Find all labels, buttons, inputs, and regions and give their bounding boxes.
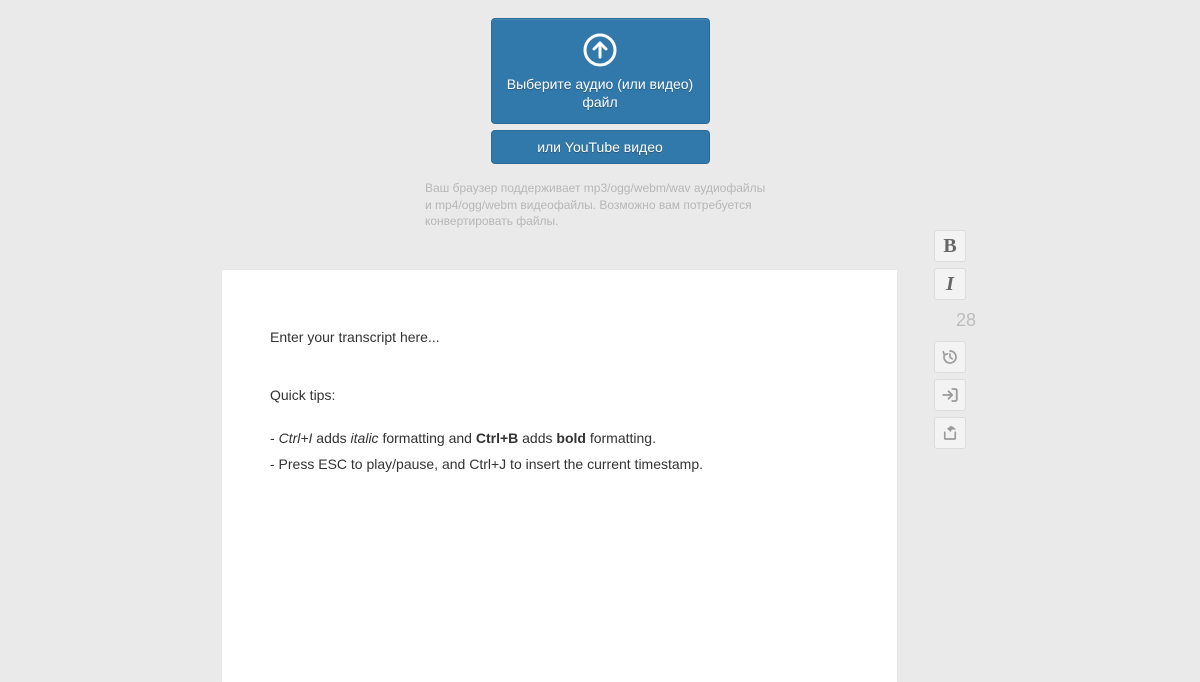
word-count: 28 (920, 310, 980, 331)
history-button[interactable] (934, 341, 966, 373)
italic-icon: I (946, 273, 954, 296)
bold-icon: B (943, 235, 956, 258)
select-file-label: Выберите аудио (или видео) файл (502, 75, 699, 111)
transcript-editor[interactable]: Enter your transcript here... Quick tips… (222, 270, 897, 682)
history-icon (941, 348, 959, 366)
format-toolbar: B I 28 (920, 230, 980, 455)
import-button[interactable] (934, 379, 966, 411)
tip-line-1: - Ctrl+I adds italic formatting and Ctrl… (270, 429, 849, 449)
editor-placeholder: Enter your transcript here... (270, 328, 849, 348)
tip-line-2: - Press ESC to play/pause, and Ctrl+J to… (270, 455, 849, 475)
share-button[interactable] (934, 417, 966, 449)
youtube-label: или YouTube видео (537, 139, 663, 155)
youtube-button[interactable]: или YouTube видео (491, 130, 710, 164)
upload-icon (502, 33, 699, 67)
import-icon (941, 386, 959, 404)
share-icon (941, 424, 959, 442)
quick-tips-heading: Quick tips: (270, 386, 849, 406)
select-file-button[interactable]: Выберите аудио (или видео) файл (491, 18, 710, 124)
browser-support-text: Ваш браузер поддерживает mp3/ogg/webm/wa… (425, 180, 775, 229)
bold-button[interactable]: B (934, 230, 966, 262)
italic-button[interactable]: I (934, 268, 966, 300)
